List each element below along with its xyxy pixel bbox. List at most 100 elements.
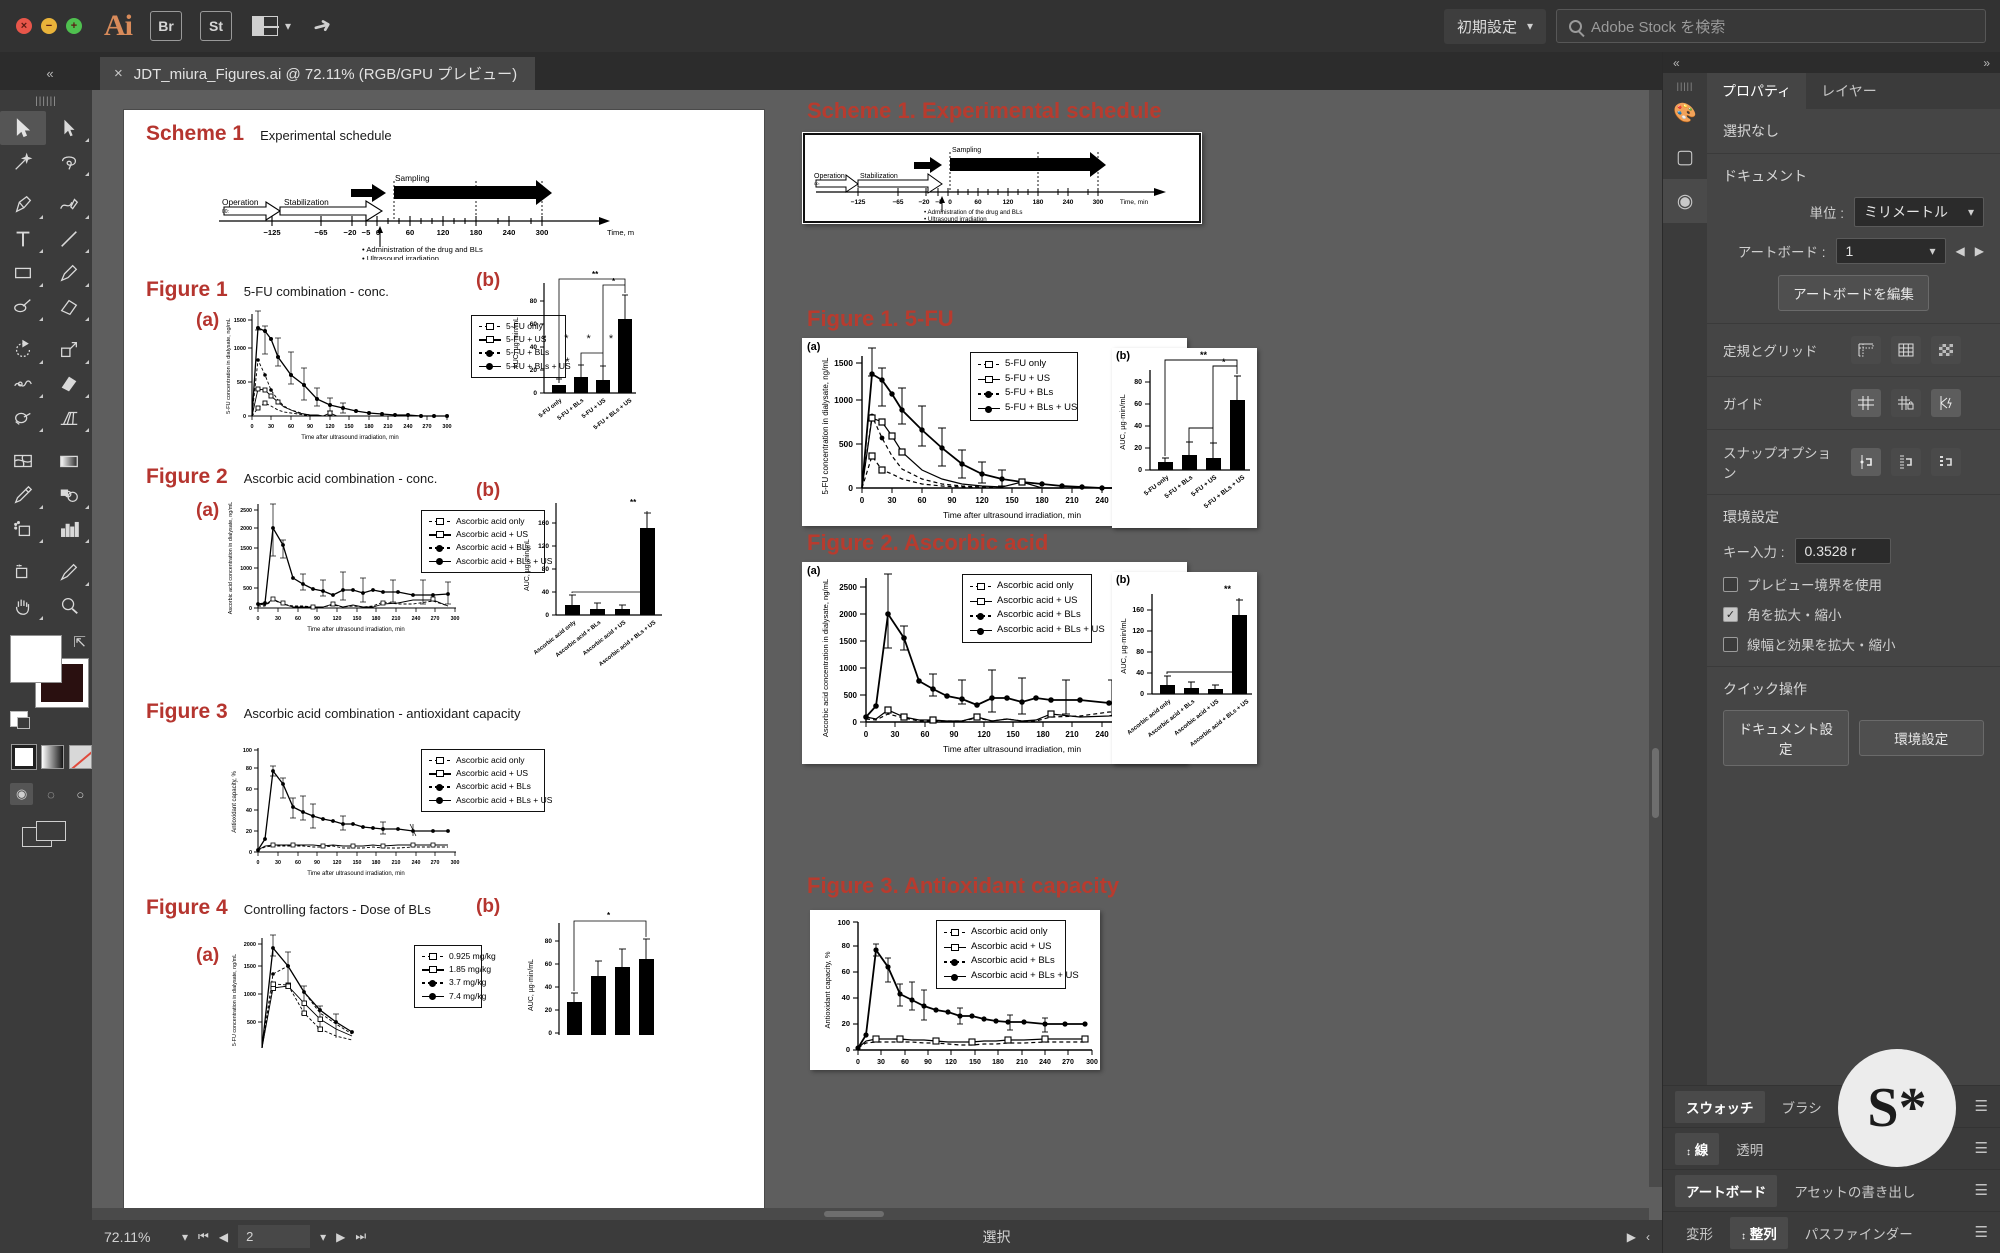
eyedropper-tool[interactable] <box>0 478 46 512</box>
canvas-area[interactable]: Scheme 1 Experimental schedule Operation… <box>92 90 1662 1220</box>
rectangle-tool[interactable] <box>0 256 46 290</box>
rotate-tool[interactable] <box>0 333 46 367</box>
artboard-tool[interactable] <box>0 555 46 589</box>
panel-menu-icon[interactable]: ☰ <box>1975 1141 1988 1156</box>
lasso-tool[interactable] <box>46 145 92 179</box>
width-tool[interactable] <box>0 367 46 401</box>
arrange-documents-button[interactable]: ▾ <box>252 16 291 36</box>
status-next-icon[interactable]: ▶ <box>1627 1230 1636 1244</box>
artboard-select[interactable]: 1 ▾ <box>1835 238 1946 264</box>
slice-tool[interactable] <box>46 555 92 589</box>
chevron-down-icon[interactable]: ▾ <box>182 1230 188 1244</box>
type-tool[interactable] <box>0 222 46 256</box>
direct-selection-tool[interactable] <box>46 111 92 145</box>
document-setup-button[interactable]: ドキュメント設定 <box>1723 710 1849 766</box>
collapse-left-panel-button[interactable]: « <box>0 66 100 90</box>
preview-bounds-row[interactable]: プレビュー境界を使用 <box>1723 574 1984 594</box>
preview-bounds-checkbox[interactable] <box>1723 576 1738 592</box>
show-grid-icon[interactable] <box>1891 336 1921 364</box>
units-select[interactable]: ミリメートル ▾ <box>1854 197 1984 227</box>
chevron-down-icon[interactable]: ▾ <box>320 1230 326 1244</box>
screen-mode-icon[interactable] <box>22 821 66 847</box>
scale-strokes-row[interactable]: 線幅と効果を拡大・縮小 <box>1723 634 1984 654</box>
next-artboard-button[interactable]: ▶ <box>336 1230 345 1244</box>
collapse-left-icon[interactable]: « <box>1673 56 1680 70</box>
close-icon[interactable]: × <box>114 65 123 82</box>
shape-builder-tool[interactable] <box>0 401 46 435</box>
tab-align[interactable]: ↕ 整列 <box>1730 1216 1788 1249</box>
panel-menu-icon[interactable]: ☰ <box>1975 1099 1988 1114</box>
gradient-tool[interactable] <box>46 444 92 478</box>
properties-rail-icon[interactable]: ◉ <box>1663 179 1707 223</box>
scale-corners-row[interactable]: ✓ 角を拡大・縮小 <box>1723 604 1984 624</box>
zoom-level-control[interactable]: 72.11% ▾ <box>104 1229 188 1245</box>
toolbar-drag-handle[interactable]: |||||| <box>0 96 92 107</box>
board-figure-2-panel-b[interactable]: (b) 0 40 80 120 160 AUC, µg·min/mL ** As… <box>1112 572 1257 764</box>
last-artboard-button[interactable]: ⏭ <box>355 1229 366 1244</box>
tab-properties[interactable]: プロパティ <box>1707 73 1807 109</box>
swap-fill-stroke-icon[interactable]: ⇱ <box>73 633 86 651</box>
canvas-horizontal-scrollbar[interactable] <box>92 1208 1649 1220</box>
draw-inside-icon[interactable]: ○ <box>69 783 92 805</box>
color-palette-icon[interactable]: 🎨 <box>1663 91 1707 135</box>
artboard-number-field[interactable]: 2 <box>238 1225 311 1248</box>
close-window-button[interactable] <box>16 18 32 34</box>
default-fill-stroke-icon[interactable] <box>10 711 30 729</box>
current-tool-indicator[interactable]: 選択 <box>376 1227 1617 1247</box>
panel-collapse-bar[interactable]: « » <box>1663 52 2000 73</box>
tab-swatches[interactable]: スウォッチ <box>1675 1090 1765 1123</box>
bridge-button[interactable]: Br <box>150 11 182 41</box>
column-graph-tool[interactable] <box>46 512 92 546</box>
perspective-grid-tool[interactable] <box>46 401 92 435</box>
show-rulers-icon[interactable] <box>1851 336 1881 364</box>
stock-button[interactable]: St <box>200 11 232 41</box>
libraries-icon[interactable]: ▢ <box>1663 135 1707 179</box>
stock-search-input[interactable]: Adobe Stock を検索 <box>1556 9 1986 43</box>
adobe-stock-badge[interactable]: S* <box>1838 1049 1956 1167</box>
pen-tool[interactable] <box>0 188 46 222</box>
artboard-page[interactable]: Scheme 1 Experimental schedule Operation… <box>124 110 764 1220</box>
tab-brushes[interactable]: ブラシ <box>1771 1091 1833 1123</box>
first-artboard-button[interactable]: ⏮ <box>198 1229 209 1244</box>
scale-corners-checkbox[interactable]: ✓ <box>1723 606 1738 622</box>
canvas-vertical-scrollbar[interactable] <box>1649 90 1662 1187</box>
gradient-fill-button[interactable] <box>41 745 64 769</box>
discover-rocket-icon[interactable]: ➜ <box>310 11 335 41</box>
draw-normal-icon[interactable]: ◉ <box>10 783 34 805</box>
tab-transparency[interactable]: 透明 <box>1725 1133 1774 1165</box>
magic-wand-tool[interactable] <box>0 145 46 179</box>
board-figure-3-chart[interactable]: 0 20 40 60 80 100 Antioxidant capacity, % 0 3… <box>810 910 1100 1070</box>
color-fill-button[interactable] <box>11 744 37 770</box>
show-transparency-grid-icon[interactable] <box>1931 336 1961 364</box>
snap-to-pixel-icon[interactable] <box>1931 448 1961 476</box>
show-guides-icon[interactable] <box>1851 389 1881 417</box>
symbol-sprayer-tool[interactable] <box>0 512 46 546</box>
maximize-window-button[interactable] <box>66 18 82 34</box>
eraser-tool[interactable] <box>46 290 92 324</box>
scale-tool[interactable] <box>46 333 92 367</box>
tab-stroke[interactable]: ↕ 線 <box>1675 1132 1720 1165</box>
previous-artboard-arrow-icon[interactable]: ◀ <box>1956 244 1965 258</box>
hand-tool[interactable] <box>0 589 46 623</box>
tab-pathfinder[interactable]: パスファインダー <box>1794 1217 1924 1249</box>
mesh-tool[interactable] <box>0 444 46 478</box>
none-fill-button[interactable] <box>69 745 92 769</box>
rail-drag-handle[interactable]: ||||| <box>1663 81 1707 91</box>
selection-tool[interactable] <box>0 111 46 145</box>
edit-artboards-button[interactable]: アートボードを編集 <box>1778 275 1929 311</box>
panel-menu-icon[interactable]: ☰ <box>1975 1225 1988 1240</box>
next-artboard-arrow-icon[interactable]: ▶ <box>1975 244 1984 258</box>
curvature-tool[interactable] <box>46 188 92 222</box>
zoom-tool[interactable] <box>46 589 92 623</box>
document-tab[interactable]: × JDT_miura_Figures.ai @ 72.11% (RGB/GPU… <box>100 57 536 90</box>
lock-guides-icon[interactable] <box>1891 389 1921 417</box>
draw-behind-icon[interactable]: ◌ <box>39 783 62 805</box>
status-prev-icon[interactable]: ‹ <box>1646 1230 1650 1244</box>
workspace-switcher[interactable]: 初期設定 ▾ <box>1443 8 1546 44</box>
smart-guides-icon[interactable] <box>1931 389 1961 417</box>
tab-asset-export[interactable]: アセットの書き出し <box>1783 1175 1926 1207</box>
blend-tool[interactable] <box>46 478 92 512</box>
tab-transform[interactable]: 変形 <box>1675 1217 1724 1249</box>
previous-artboard-button[interactable]: ◀ <box>219 1230 228 1244</box>
paintbrush-tool[interactable] <box>46 256 92 290</box>
